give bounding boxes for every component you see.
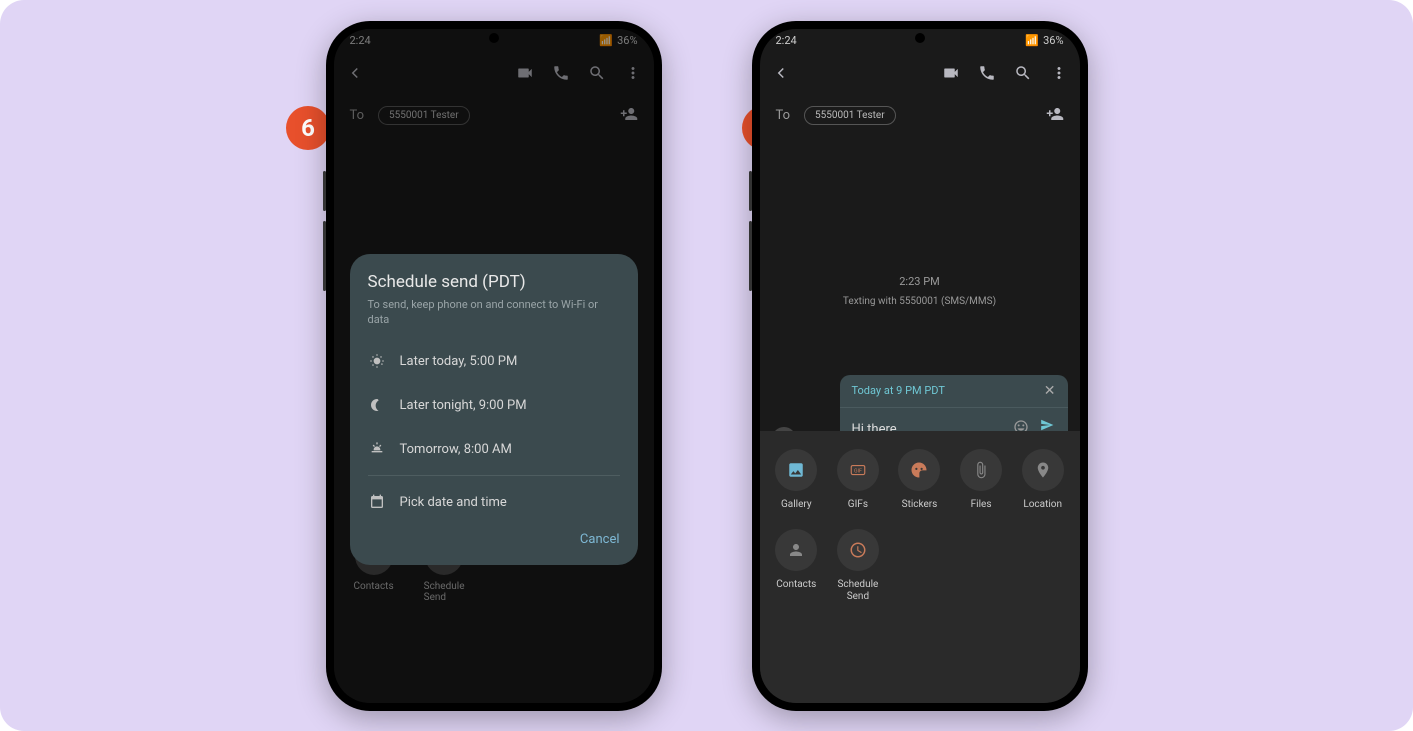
- option-pick-date[interactable]: Pick date and time: [368, 480, 620, 524]
- conversation-time: 2:23 PM: [760, 275, 1080, 288]
- option-tomorrow[interactable]: Tomorrow, 8:00 AM: [368, 427, 620, 471]
- option-label: Later tonight, 9:00 PM: [400, 398, 527, 413]
- step-badge-6: 6: [286, 106, 330, 150]
- option-label: Pick date and time: [400, 495, 507, 510]
- back-icon[interactable]: [772, 64, 790, 86]
- location-icon: [1022, 449, 1064, 491]
- attach-label: Location: [1023, 499, 1062, 511]
- phone-call-icon[interactable]: [978, 64, 996, 86]
- attachment-panel: Gallery GIF GIFs Stickers Files: [760, 431, 1080, 703]
- dialog-title: Schedule send (PDT): [368, 272, 620, 292]
- app-topbar: [760, 53, 1080, 97]
- attach-contacts[interactable]: Contacts: [770, 529, 824, 603]
- gif-icon: GIF: [837, 449, 879, 491]
- attach-gifs[interactable]: GIF GIFs: [831, 449, 885, 511]
- more-icon[interactable]: [1050, 64, 1068, 86]
- camera-notch: [915, 33, 925, 43]
- cancel-button[interactable]: Cancel: [580, 532, 620, 547]
- file-icon: [960, 449, 1002, 491]
- option-label: Later today, 5:00 PM: [400, 354, 518, 369]
- scheduled-time-text: Today at 9 PM PDT: [852, 384, 945, 397]
- phone-frame-7: 2:24 📶 36% To 5550001 Tester: [752, 21, 1088, 711]
- moon-icon: [368, 396, 386, 414]
- close-icon[interactable]: ✕: [1044, 383, 1056, 399]
- signal-icon: 📶: [1025, 34, 1039, 47]
- video-call-icon[interactable]: [942, 64, 960, 86]
- contact-chip[interactable]: 5550001 Tester: [804, 106, 896, 125]
- search-icon[interactable]: [1014, 64, 1032, 86]
- attach-label: Stickers: [902, 499, 938, 511]
- sticker-icon: [898, 449, 940, 491]
- svg-text:GIF: GIF: [854, 468, 862, 474]
- camera-notch: [489, 33, 499, 43]
- add-person-icon[interactable]: [1046, 105, 1064, 127]
- conversation-area: 2:23 PM Texting with 5550001 (SMS/MMS): [760, 135, 1080, 307]
- battery-text: 36%: [1043, 34, 1063, 47]
- attach-stickers[interactable]: Stickers: [893, 449, 947, 511]
- conversation-info: Texting with 5550001 (SMS/MMS): [760, 296, 1080, 307]
- sunrise-icon: [368, 440, 386, 458]
- schedule-send-dialog: Schedule send (PDT) To send, keep phone …: [350, 254, 638, 566]
- phone-frame-6: 2:24 📶 36% To 5550001 Tester: [326, 21, 662, 711]
- option-later-tonight[interactable]: Later tonight, 9:00 PM: [368, 383, 620, 427]
- attach-label: GIFs: [848, 499, 868, 511]
- attach-files[interactable]: Files: [954, 449, 1008, 511]
- attach-gallery[interactable]: Gallery: [770, 449, 824, 511]
- attach-label: Schedule Send: [837, 579, 878, 603]
- scheduled-banner: Today at 9 PM PDT ✕: [840, 375, 1068, 407]
- calendar-icon: [368, 493, 386, 511]
- status-time: 2:24: [776, 34, 797, 47]
- recipient-row: To 5550001 Tester: [760, 97, 1080, 135]
- attach-label: Gallery: [781, 499, 812, 511]
- clock-icon: [837, 529, 879, 571]
- attach-label: Contacts: [776, 579, 816, 591]
- to-label: To: [776, 108, 791, 123]
- dialog-subtitle: To send, keep phone on and connect to Wi…: [368, 297, 620, 328]
- attach-schedule-send[interactable]: Schedule Send: [831, 529, 885, 603]
- attach-location[interactable]: Location: [1016, 449, 1070, 511]
- attach-label: Files: [971, 499, 992, 511]
- contacts-icon: [775, 529, 817, 571]
- option-label: Tomorrow, 8:00 AM: [400, 442, 512, 457]
- option-later-today[interactable]: Later today, 5:00 PM: [368, 339, 620, 383]
- gallery-icon: [775, 449, 817, 491]
- sun-icon: [368, 352, 386, 370]
